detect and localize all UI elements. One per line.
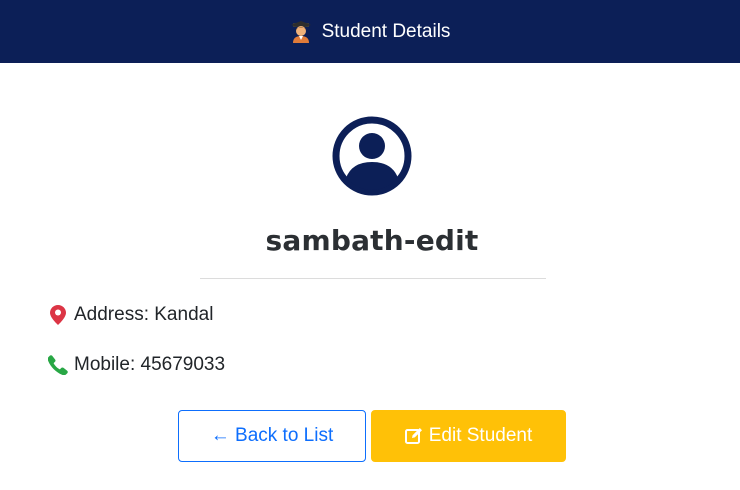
user-circle-icon [332, 116, 412, 196]
edit-student-button[interactable]: Edit Student [371, 410, 566, 462]
back-to-list-label: ← Back to List [210, 425, 334, 446]
page-header: Student Details [0, 0, 740, 63]
student-icon [290, 20, 312, 43]
back-to-list-button[interactable]: ← Back to List [178, 410, 366, 462]
mobile-text: Mobile: 45679033 [74, 354, 226, 375]
student-name: sambath-edit [265, 224, 479, 257]
map-pin-icon [48, 304, 68, 326]
edit-student-label: Edit Student [428, 425, 533, 446]
edit-icon [404, 427, 423, 445]
mobile-row: Mobile: 45679033 [48, 354, 225, 376]
page-title: Student Details [321, 20, 451, 42]
phone-icon [48, 354, 68, 376]
divider [200, 278, 546, 279]
address-row: Address: Kandal [48, 304, 213, 326]
address-text: Address: Kandal [74, 304, 214, 325]
